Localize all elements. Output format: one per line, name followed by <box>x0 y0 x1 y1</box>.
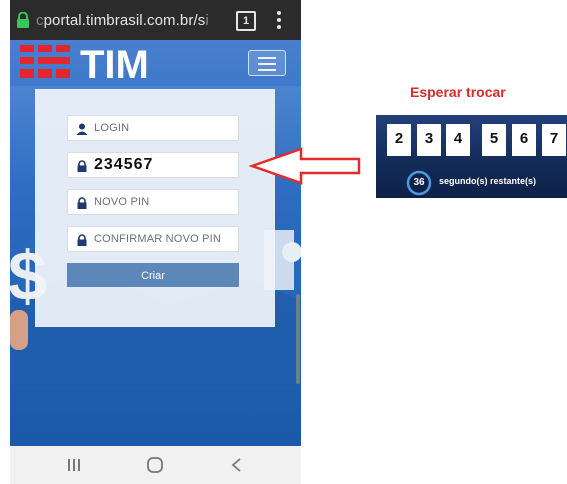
login-card: Criar <box>35 89 275 327</box>
countdown-label: segundo(s) restante(s) <box>439 176 537 186</box>
url-field[interactable]: cportal.timbrasil.com.br/si <box>36 12 209 29</box>
padlock-icon <box>77 160 87 172</box>
criar-button[interactable]: Criar <box>67 263 239 287</box>
countdown-seconds: 36 <box>413 177 425 188</box>
pin-digit: 5 <box>482 124 506 156</box>
pin-digit: 3 <box>417 124 441 156</box>
padlock-icon <box>77 197 87 209</box>
novo-pin-input[interactable] <box>94 190 236 214</box>
pin-display-panel: 2 3 4 5 6 7 36 segundo(s) restante(s) <box>376 115 567 198</box>
android-nav-bar <box>10 446 301 484</box>
more-options-icon[interactable] <box>276 10 282 32</box>
browser-address-bar: cportal.timbrasil.com.br/si 1 <box>10 0 301 40</box>
login-input[interactable] <box>94 116 236 140</box>
pin-input[interactable] <box>94 153 236 177</box>
site-header: TIM <box>10 40 301 86</box>
page-content: TIM $ LOGIN 234567 Criar <box>10 40 301 446</box>
pin-digit: 2 <box>387 124 411 156</box>
user-icon <box>76 123 88 135</box>
recent-apps-icon[interactable] <box>64 456 84 474</box>
red-arrow-icon <box>249 147 361 185</box>
url-text: portal.timbrasil.com.br/s <box>43 12 206 29</box>
annotation-label: Esperar trocar <box>410 84 506 100</box>
url-truncated-text: i <box>205 12 209 29</box>
confirmar-pin-field[interactable] <box>67 226 239 252</box>
confirmar-pin-input[interactable] <box>94 227 236 251</box>
lock-icon <box>17 12 29 28</box>
scrollbar-thumb[interactable] <box>296 294 300 384</box>
tabs-count-button[interactable]: 1 <box>236 11 256 31</box>
login-field[interactable] <box>67 115 239 141</box>
url-faded-text: c <box>36 12 44 29</box>
padlock-icon <box>77 234 87 246</box>
pin-digit: 4 <box>446 124 470 156</box>
pin-digit: 6 <box>512 124 536 156</box>
novo-pin-field[interactable] <box>67 189 239 215</box>
pin-field[interactable] <box>67 152 239 178</box>
phone-screen: cportal.timbrasil.com.br/si 1 TIM $ LOGI… <box>10 0 301 484</box>
home-icon[interactable] <box>145 456 165 474</box>
hamburger-menu-button[interactable] <box>248 50 286 76</box>
tim-logo[interactable]: TIM <box>20 42 160 82</box>
back-icon[interactable] <box>227 456 247 474</box>
pin-digit: 7 <box>542 124 566 156</box>
tim-logo-text: TIM <box>80 43 149 82</box>
